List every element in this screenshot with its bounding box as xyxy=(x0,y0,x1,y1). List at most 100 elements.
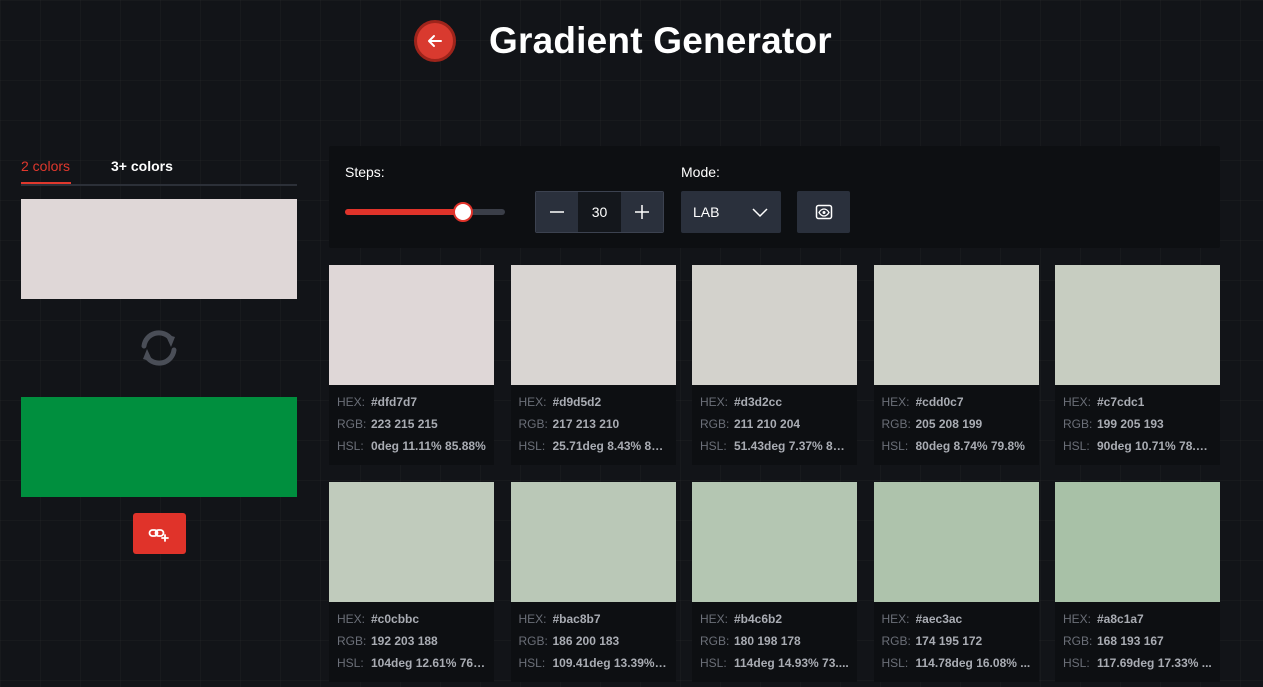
header: Gradient Generator xyxy=(414,20,832,62)
hsl-label: HSL: xyxy=(518,439,546,453)
end-color-picker[interactable] xyxy=(21,397,297,497)
hsl-label: HSL: xyxy=(518,656,546,670)
hex-value: #a8c1a7 xyxy=(1097,612,1144,626)
swatch-card[interactable]: HEX: #d3d2cc RGB: 211 210 204 HSL: 51.43deg… xyxy=(692,265,857,465)
hsl-value: 25.71deg 8.43% 83... xyxy=(552,439,668,453)
rgb-label: RGB: xyxy=(1063,417,1093,431)
swatch-color xyxy=(510,482,676,602)
mode-select[interactable]: LAB xyxy=(681,191,781,233)
swatch-info: HEX: #d9d5d2 RGB: 217 213 210 HSL: 25.71deg… xyxy=(511,385,676,461)
hsl-label: HSL: xyxy=(700,439,727,453)
rgb-label: RGB: xyxy=(881,417,911,431)
rgb-value: 168 193 167 xyxy=(1097,634,1164,648)
hsl-label: HSL: xyxy=(337,656,364,670)
swatch-color xyxy=(692,265,857,385)
hex-label: HEX: xyxy=(518,395,547,409)
steps-slider-fill xyxy=(345,209,464,215)
rgb-value: 180 198 178 xyxy=(734,634,801,648)
rgb-value: 186 200 183 xyxy=(552,634,620,648)
eye-icon xyxy=(815,204,832,220)
swatch-card[interactable]: HEX: #aec3ac RGB: 174 195 172 HSL: 114.78de… xyxy=(873,482,1039,682)
swatch-card[interactable]: HEX: #b4c6b2 RGB: 180 198 178 HSL: 114deg 1… xyxy=(692,482,857,682)
rgb-label: RGB: xyxy=(337,417,367,431)
swatch-card[interactable]: HEX: #dfd7d7 RGB: 223 215 215 HSL: 0deg 11.… xyxy=(329,265,494,465)
hsl-value: 0deg 11.11% 85.88% xyxy=(371,439,486,453)
rgb-label: RGB: xyxy=(881,634,911,648)
hsl-label: HSL: xyxy=(1063,439,1090,453)
steps-stepper: 30 xyxy=(535,191,664,233)
swatch-card[interactable]: HEX: #d9d5d2 RGB: 217 213 210 HSL: 25.71deg… xyxy=(510,265,676,465)
rgb-value: 211 210 204 xyxy=(734,417,801,431)
hsl-label: HSL: xyxy=(881,656,909,670)
add-link-button[interactable] xyxy=(132,513,186,554)
rgb-label: RGB: xyxy=(337,634,367,648)
preview-button[interactable] xyxy=(797,191,850,233)
rgb-value: 205 208 199 xyxy=(915,417,983,431)
page-title: Gradient Generator xyxy=(489,20,832,61)
hex-value: #aec3ac xyxy=(915,612,963,626)
tab-3-plus-colors[interactable]: 3+ colors xyxy=(111,150,173,184)
minus-icon xyxy=(550,211,564,213)
hsl-label: HSL: xyxy=(700,656,727,670)
steps-slider-thumb[interactable] xyxy=(453,202,474,222)
hex-value: #dfd7d7 xyxy=(371,395,418,409)
swatch-card[interactable]: HEX: #c0cbbc RGB: 192 203 188 HSL: 104deg 1… xyxy=(329,482,494,682)
hsl-label: HSL: xyxy=(881,439,909,453)
hsl-label: HSL: xyxy=(337,439,364,453)
swatch-color xyxy=(510,265,676,385)
rgb-label: RGB: xyxy=(700,417,730,431)
mode-value: LAB xyxy=(693,204,720,220)
back-button[interactable] xyxy=(414,20,456,62)
swatch-card[interactable]: HEX: #a8c1a7 RGB: 168 193 167 HSL: 117.69de… xyxy=(1055,482,1220,682)
hex-label: HEX: xyxy=(1063,612,1092,626)
hsl-value: 109.41deg 13.39% ... xyxy=(552,656,668,670)
rgb-label: RGB: xyxy=(518,417,548,431)
rgb-value: 199 205 193 xyxy=(1097,417,1164,431)
start-color-picker[interactable] xyxy=(21,199,297,299)
hex-value: #cdd0c7 xyxy=(915,395,964,409)
hex-label: HEX: xyxy=(881,395,910,409)
tab-2-colors[interactable]: 2 colors xyxy=(21,150,71,184)
hsl-value: 117.69deg 17.33% ... xyxy=(1097,656,1212,670)
hex-label: HEX: xyxy=(700,395,729,409)
swatch-color xyxy=(873,482,1039,602)
hex-value: #bac8b7 xyxy=(552,612,601,626)
swatch-color xyxy=(692,482,857,602)
swatch-info: HEX: #a8c1a7 RGB: 168 193 167 HSL: 117.69de… xyxy=(1055,602,1220,678)
hsl-value: 114.78deg 16.08% ... xyxy=(915,656,1031,670)
swatch-info: HEX: #cdd0c7 RGB: 205 208 199 HSL: 80deg 8.… xyxy=(874,385,1039,461)
hex-value: #c7cdc1 xyxy=(1097,395,1145,409)
swap-area xyxy=(21,299,297,397)
hex-value: #c0cbbc xyxy=(371,612,420,626)
swatch-card[interactable]: HEX: #cdd0c7 RGB: 205 208 199 HSL: 80deg 8.… xyxy=(873,265,1039,465)
decrement-button[interactable] xyxy=(536,192,578,232)
hex-label: HEX: xyxy=(337,612,366,626)
steps-slider[interactable] xyxy=(345,202,505,222)
swatch-color xyxy=(329,482,494,602)
color-count-tabs: 2 colors 3+ colors xyxy=(21,150,297,186)
rgb-value: 223 215 215 xyxy=(371,417,438,431)
rgb-value: 192 203 188 xyxy=(371,634,438,648)
hsl-value: 51.43deg 7.37% 81... xyxy=(734,439,849,453)
hex-value: #d3d2cc xyxy=(734,395,783,409)
swatch-info: HEX: #d3d2cc RGB: 211 210 204 HSL: 51.43deg… xyxy=(692,385,857,461)
swatch-info: HEX: #dfd7d7 RGB: 223 215 215 HSL: 0deg 11.… xyxy=(329,385,494,461)
swatch-grid: HEX: #dfd7d7 RGB: 223 215 215 HSL: 0deg 11.… xyxy=(329,265,1220,682)
swatch-info: HEX: #c7cdc1 RGB: 199 205 193 HSL: 90deg 10… xyxy=(1055,385,1220,461)
arrow-left-icon xyxy=(428,35,442,47)
swatch-color xyxy=(329,265,494,385)
swatch-card[interactable]: HEX: #bac8b7 RGB: 186 200 183 HSL: 109.41de… xyxy=(510,482,676,682)
color-input-panel: 2 colors 3+ colors xyxy=(21,150,297,554)
swatch-color xyxy=(873,265,1039,385)
hex-label: HEX: xyxy=(337,395,366,409)
hex-label: HEX: xyxy=(881,612,910,626)
rgb-value: 174 195 172 xyxy=(915,634,983,648)
rgb-label: RGB: xyxy=(1063,634,1093,648)
swatch-color xyxy=(1055,482,1220,602)
hsl-value: 104deg 12.61% 76.... xyxy=(371,656,486,670)
swatch-color xyxy=(1055,265,1220,385)
increment-button[interactable] xyxy=(621,192,663,232)
swatch-card[interactable]: HEX: #c7cdc1 RGB: 199 205 193 HSL: 90deg 10… xyxy=(1055,265,1220,465)
sync-icon[interactable] xyxy=(136,328,182,368)
steps-value[interactable]: 30 xyxy=(578,192,621,232)
